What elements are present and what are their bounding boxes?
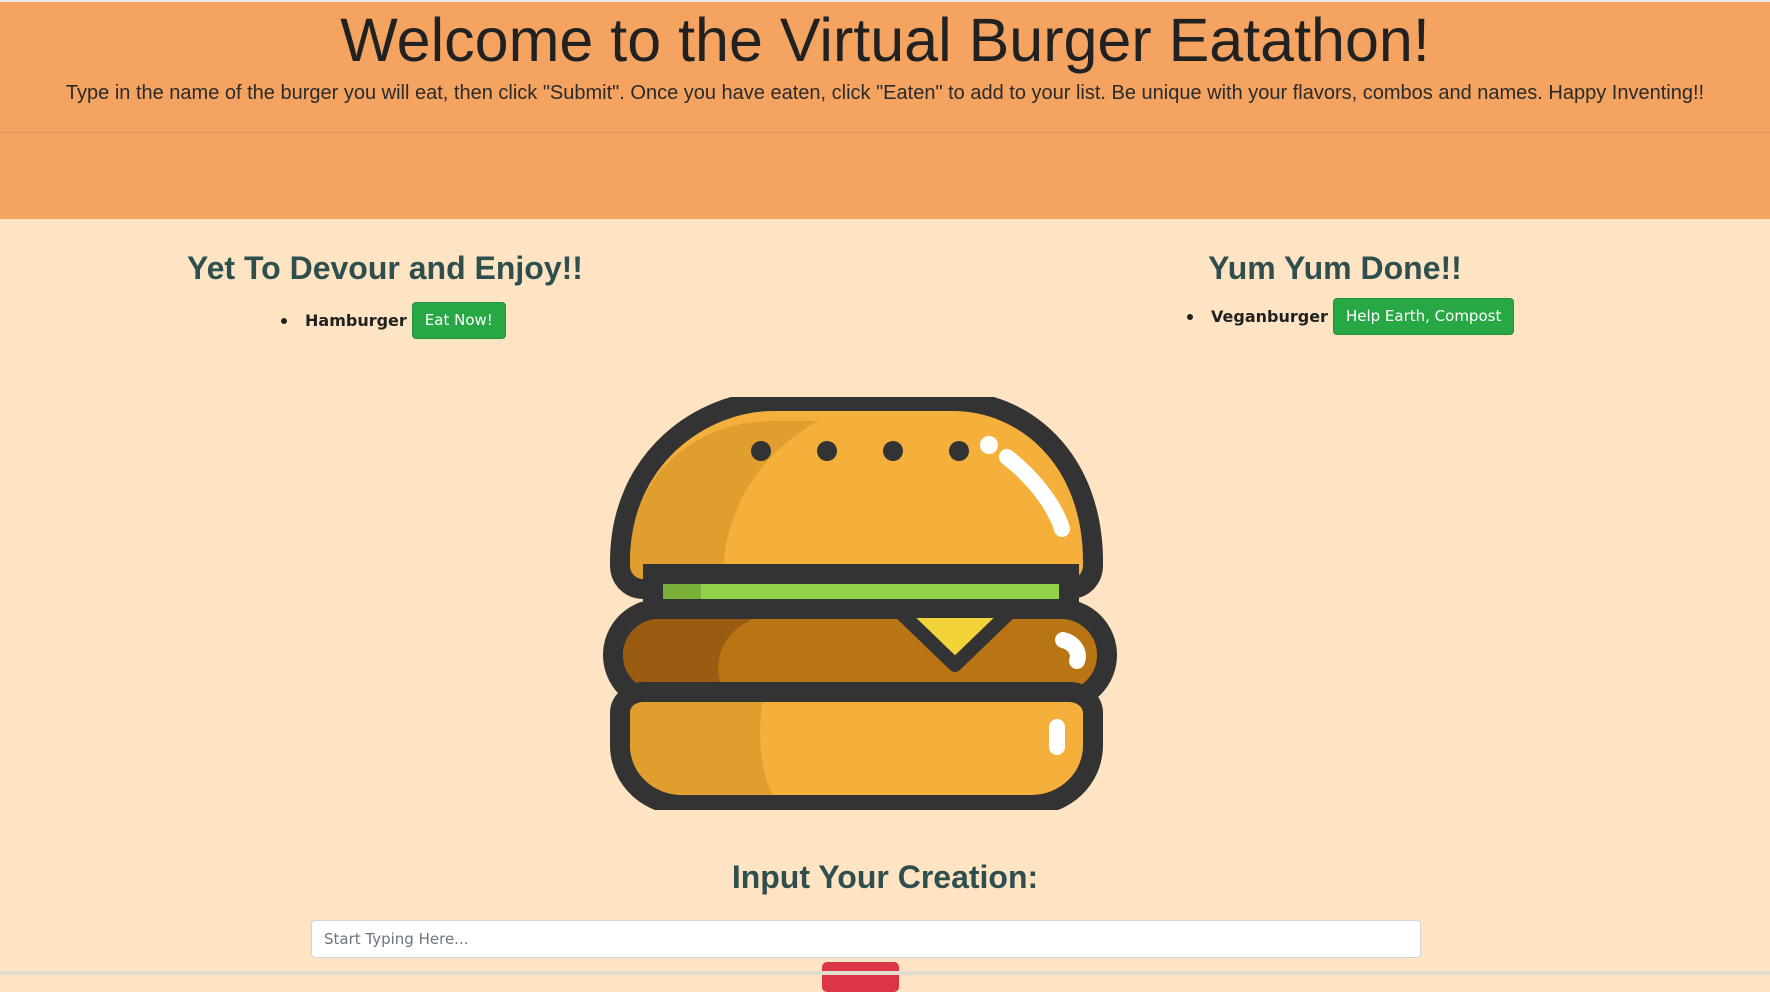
creation-heading: Input Your Creation: [731,859,1039,895]
burger-illustration-icon [603,397,1117,810]
instructions-text: Type in the name of the burger you will … [65,82,1705,104]
to-eat-heading: Yet To Devour and Enjoy!! [187,250,583,286]
eaten-heading: Yum Yum Done!! [1208,250,1462,286]
submit-button[interactable] [822,962,899,992]
page-title: Welcome to the Virtual Burger Eatathon! [340,6,1430,74]
burger-name-input[interactable] [311,920,1421,958]
burger-name: Hamburger [305,311,407,330]
header-jumbotron: Welcome to the Virtual Burger Eatathon! … [0,0,1770,219]
header-divider [0,132,1770,133]
to-eat-list: Hamburger Eat Now! [281,302,506,339]
page-bottom-edge [0,971,1770,975]
bullet-icon [1187,313,1193,320]
list-item: Hamburger Eat Now! [281,302,506,339]
list-item: Veganburger Help Earth, Compost [1187,298,1515,335]
compost-button[interactable]: Help Earth, Compost [1332,298,1515,335]
eaten-list: Veganburger Help Earth, Compost [1187,298,1515,335]
eat-now-button[interactable]: Eat Now! [411,302,506,339]
burger-name: Veganburger [1211,307,1328,326]
bullet-icon [281,317,287,324]
